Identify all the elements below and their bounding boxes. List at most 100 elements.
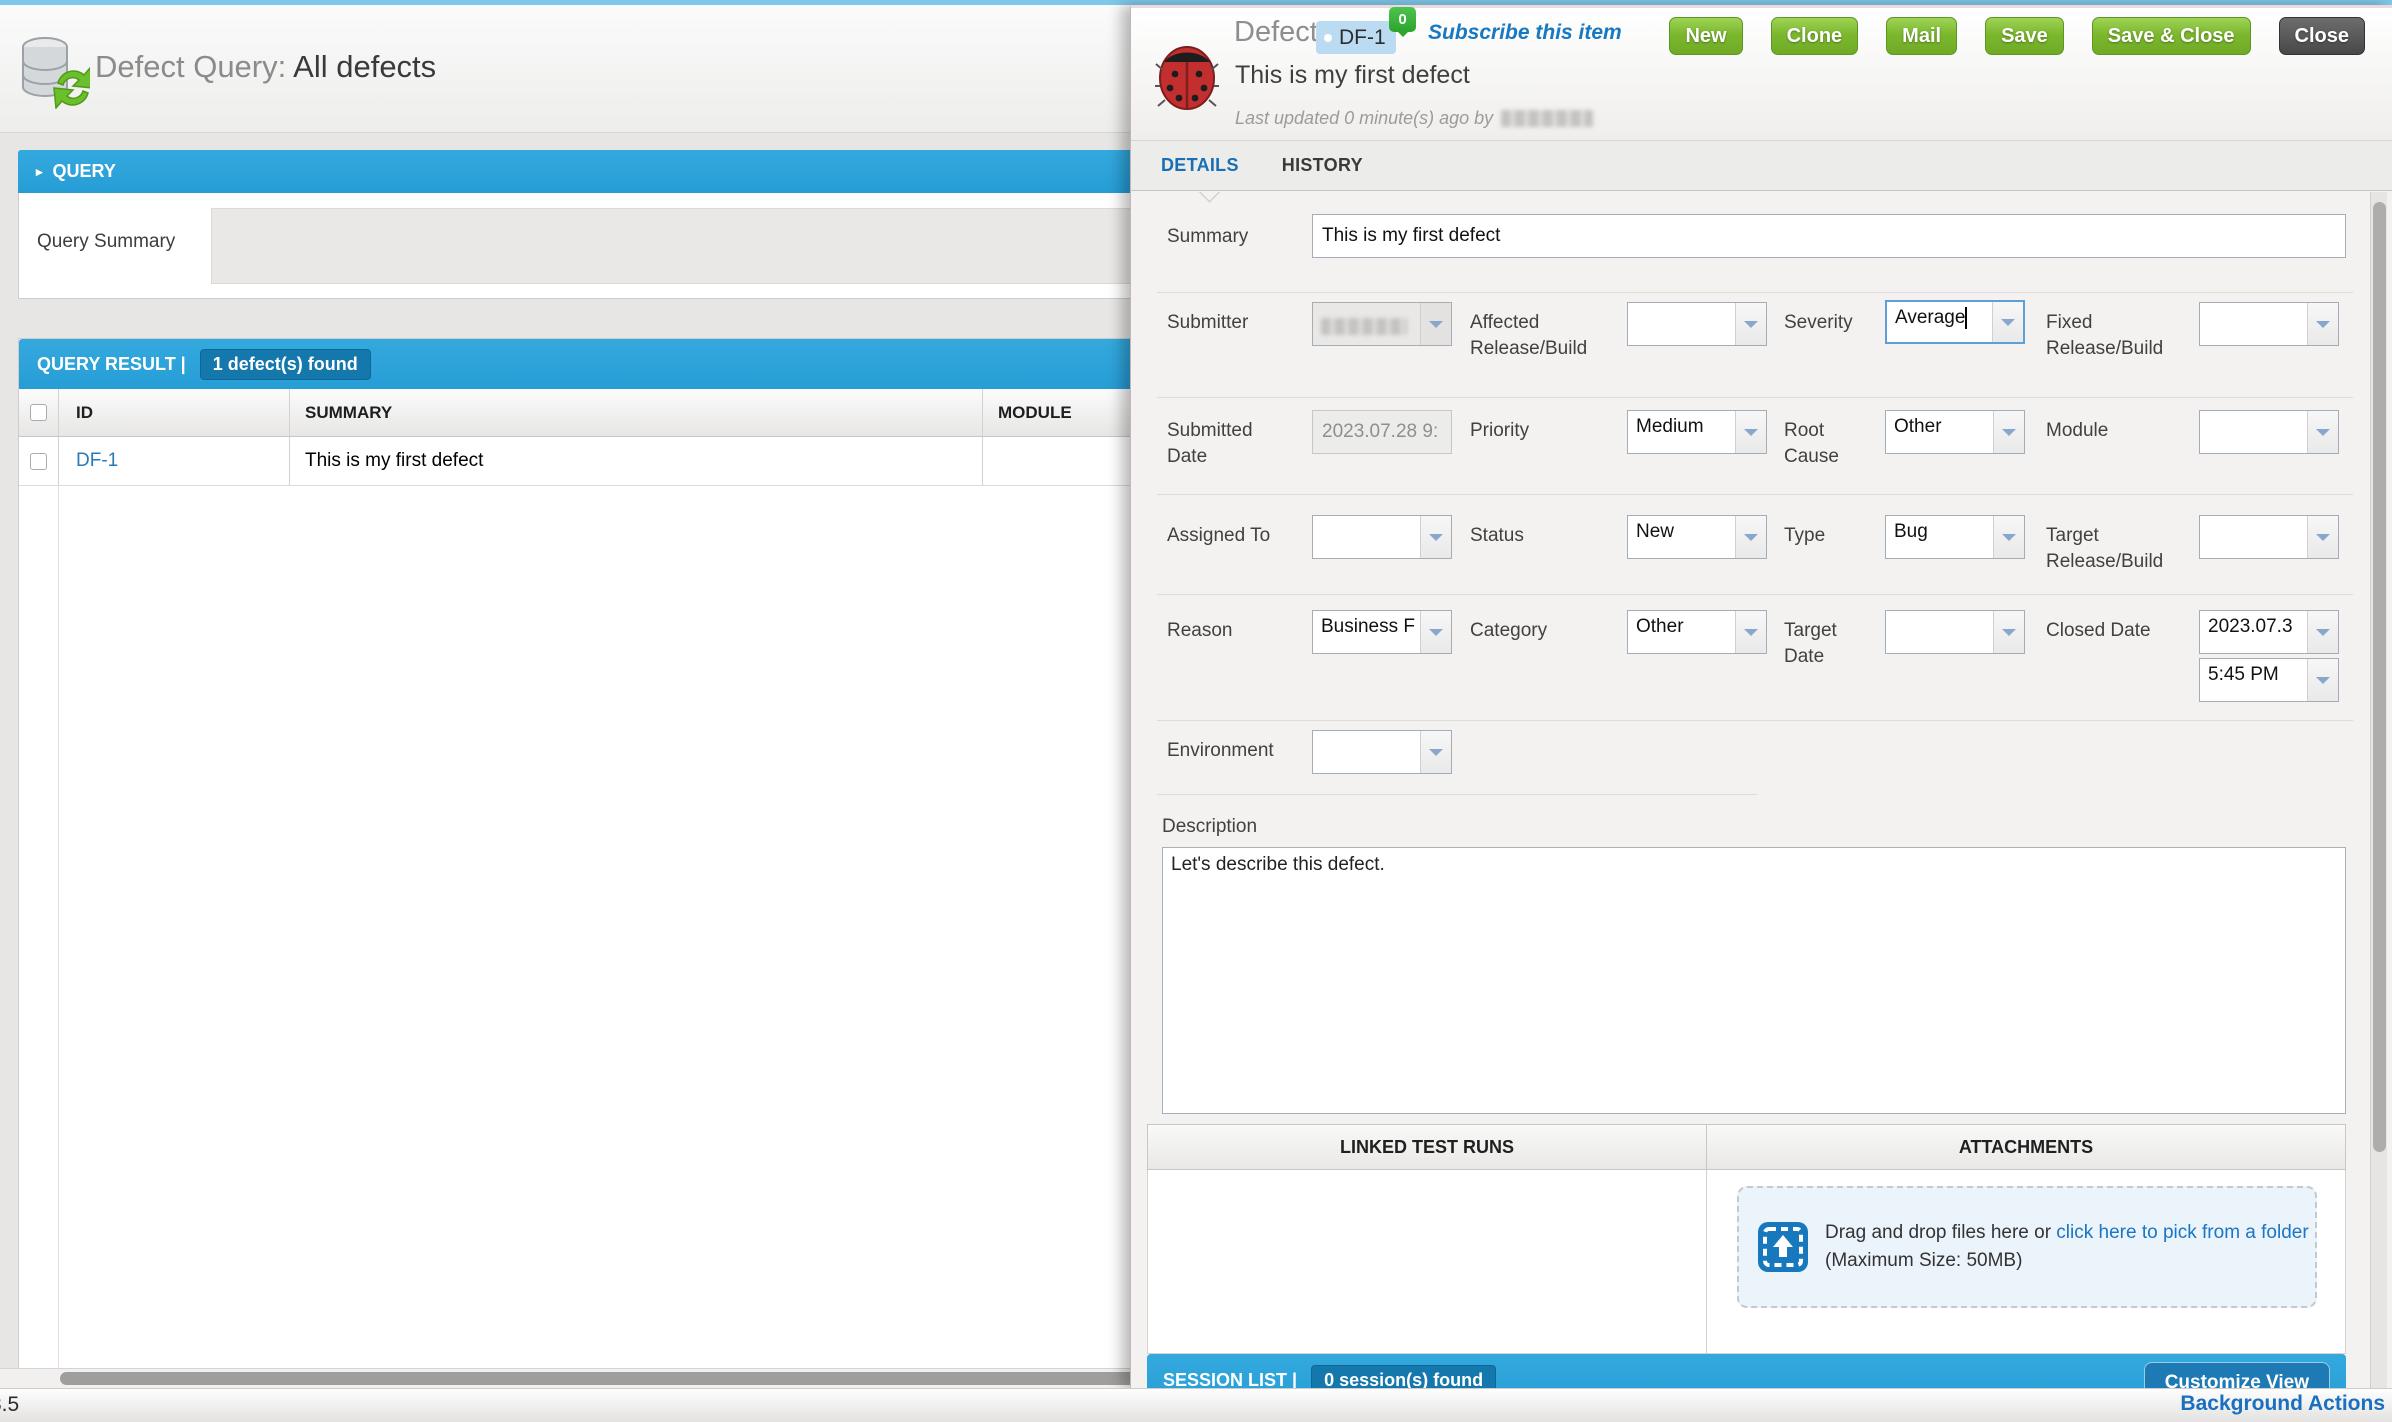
text-cursor — [1965, 307, 1967, 329]
page-header: Defect Query: All defects — [0, 5, 1130, 133]
affected-release-dropdown[interactable] — [1627, 302, 1767, 346]
query-summary-label: Query Summary — [37, 231, 175, 253]
collapse-notch-icon[interactable] — [1197, 192, 1221, 203]
query-section-header[interactable]: ▸ QUERY — [18, 150, 1130, 193]
root-cause-dropdown[interactable]: Other — [1885, 410, 2025, 454]
environment-label: Environment — [1167, 738, 1297, 764]
background-actions-link[interactable]: Background Actions — [2180, 1392, 2385, 1416]
dropdown-arrow-icon[interactable] — [1735, 411, 1766, 453]
query-summary-input[interactable] — [211, 208, 1130, 284]
page-title-value: All defects — [293, 49, 436, 84]
category-label: Category — [1470, 618, 1610, 644]
redacted-user-name — [1501, 110, 1593, 127]
column-header-id[interactable]: ID — [59, 389, 290, 436]
target-release-dropdown[interactable] — [2199, 515, 2339, 559]
dropdown-arrow-icon[interactable] — [1735, 516, 1766, 558]
severity-label: Severity — [1784, 310, 1879, 336]
dropdown-arrow-icon[interactable] — [1420, 731, 1451, 773]
query-database-icon — [18, 35, 90, 109]
clone-button[interactable]: Clone — [1771, 17, 1859, 55]
module-dropdown[interactable] — [2199, 410, 2339, 454]
close-button[interactable]: Close — [2279, 17, 2365, 55]
defect-query-page: Defect Query: All defects ▸ QUERY Query … — [0, 5, 1130, 1388]
target-date-label: Target Date — [1784, 618, 1864, 669]
dropdown-arrow-icon[interactable] — [2307, 303, 2338, 345]
toolbar: New Clone Mail Save Save & Close Close — [1669, 17, 2365, 55]
save-and-close-button[interactable]: Save & Close — [2092, 17, 2251, 55]
dropdown-arrow-icon[interactable] — [1420, 516, 1451, 558]
page-title: Defect Query: All defects — [95, 49, 436, 85]
linked-test-runs-panel: LINKED TEST RUNS — [1147, 1124, 1707, 1354]
version-text: 3.5 — [0, 1393, 19, 1417]
type-dropdown[interactable]: Bug — [1885, 515, 2025, 559]
type-label: Type — [1784, 523, 1864, 549]
status-dropdown[interactable]: New — [1627, 515, 1767, 559]
dropdown-arrow-icon[interactable] — [1735, 611, 1766, 653]
drop-zone-text: Drag and drop files here or click here t… — [1825, 1219, 2309, 1276]
severity-dropdown[interactable]: Average — [1885, 300, 2025, 344]
assigned-to-dropdown[interactable] — [1312, 515, 1452, 559]
tab-details[interactable]: DETAILS — [1161, 155, 1239, 176]
dropdown-arrow-icon[interactable] — [2307, 611, 2338, 653]
vertical-scrollbar[interactable] — [2370, 192, 2387, 1391]
save-button[interactable]: Save — [1985, 17, 2064, 55]
file-drop-zone[interactable]: Drag and drop files here or click here t… — [1737, 1186, 2317, 1308]
closed-date-dropdown[interactable]: 2023.07.3 — [2199, 610, 2339, 654]
row-checkbox[interactable] — [30, 453, 47, 470]
expander-triangle-icon[interactable]: ▸ — [36, 164, 43, 180]
artifact-type-label: Defect — [1234, 16, 1318, 49]
vertical-scrollbar-thumb[interactable] — [2373, 202, 2386, 1152]
fixed-release-dropdown[interactable] — [2199, 302, 2339, 346]
mail-button[interactable]: Mail — [1886, 17, 1957, 55]
dropdown-arrow-icon[interactable] — [2307, 659, 2338, 701]
table-row[interactable]: DF-1 This is my first defect — [19, 437, 1130, 486]
row-module — [983, 437, 1130, 485]
pick-from-folder-link[interactable]: click here to pick from a folder — [2056, 1222, 2308, 1243]
status-bar: 3.5 Background Actions — [0, 1388, 2392, 1422]
category-dropdown[interactable]: Other — [1627, 610, 1767, 654]
comment-count-badge[interactable]: 0 — [1389, 7, 1416, 32]
last-updated-text: Last updated 0 minute(s) ago by — [1235, 108, 1593, 129]
description-textarea[interactable]: Let's describe this defect. — [1162, 847, 2346, 1114]
submitted-date-label: Submitted Date — [1167, 418, 1277, 469]
tab-strip: DETAILS HISTORY — [1131, 141, 2392, 191]
subscribe-link[interactable]: Subscribe this item — [1428, 21, 1622, 45]
drop-zone-label: Drag and drop files here or — [1825, 1222, 2051, 1243]
status-label: Status — [1470, 523, 1610, 549]
dropdown-arrow-icon[interactable] — [1420, 611, 1451, 653]
summary-input[interactable]: This is my first defect — [1312, 214, 2346, 258]
reason-dropdown[interactable]: Business F — [1312, 610, 1452, 654]
dropdown-arrow-icon[interactable] — [1735, 303, 1766, 345]
closed-time-dropdown[interactable]: 5:45 PM — [2199, 658, 2339, 702]
select-all-checkbox[interactable] — [30, 404, 47, 421]
dropdown-arrow-icon[interactable] — [1993, 611, 2024, 653]
horizontal-scrollbar[interactable] — [0, 1368, 1130, 1388]
environment-dropdown[interactable] — [1312, 730, 1452, 774]
details-form: Summary This is my first defect Submitte… — [1131, 192, 2392, 1391]
dropdown-arrow-icon[interactable] — [1992, 302, 2023, 342]
horizontal-scrollbar-thumb[interactable] — [60, 1372, 1130, 1385]
target-release-label: Target Release/Build — [2046, 523, 2191, 574]
fixed-release-label: Fixed Release/Build — [2046, 310, 2191, 361]
query-result-section: QUERY RESULT | 1 defect(s) found ID SUMM… — [18, 338, 1130, 1373]
root-cause-label: Root Cause — [1784, 418, 1864, 469]
dropdown-arrow-icon[interactable] — [1993, 411, 2024, 453]
column-header-module[interactable]: MODULE — [983, 389, 1130, 436]
new-button[interactable]: New — [1669, 17, 1742, 55]
priority-dropdown[interactable]: Medium — [1627, 410, 1767, 454]
customize-view-button[interactable]: Customize View — [2144, 1362, 2330, 1391]
target-date-dropdown[interactable] — [1885, 610, 2025, 654]
attachments-panel: ATTACHMENTS Drag and drop files here or … — [1707, 1124, 2346, 1354]
query-section-body: Query Summary — [18, 193, 1130, 299]
dropdown-arrow-icon[interactable] — [2307, 516, 2338, 558]
max-size-label: (Maximum Size: 50MB) — [1825, 1250, 2022, 1271]
defect-title: This is my first defect — [1235, 61, 1470, 90]
linked-test-runs-body — [1147, 1170, 1707, 1354]
dropdown-arrow-icon[interactable] — [1993, 516, 2024, 558]
dropdown-arrow-icon[interactable] — [2307, 411, 2338, 453]
query-result-header: QUERY RESULT | 1 defect(s) found — [19, 339, 1130, 389]
query-section: ▸ QUERY Query Summary — [18, 150, 1130, 299]
column-header-summary[interactable]: SUMMARY — [290, 389, 983, 436]
tab-history[interactable]: HISTORY — [1282, 155, 1363, 176]
defect-id-link[interactable]: DF-1 — [76, 450, 118, 472]
